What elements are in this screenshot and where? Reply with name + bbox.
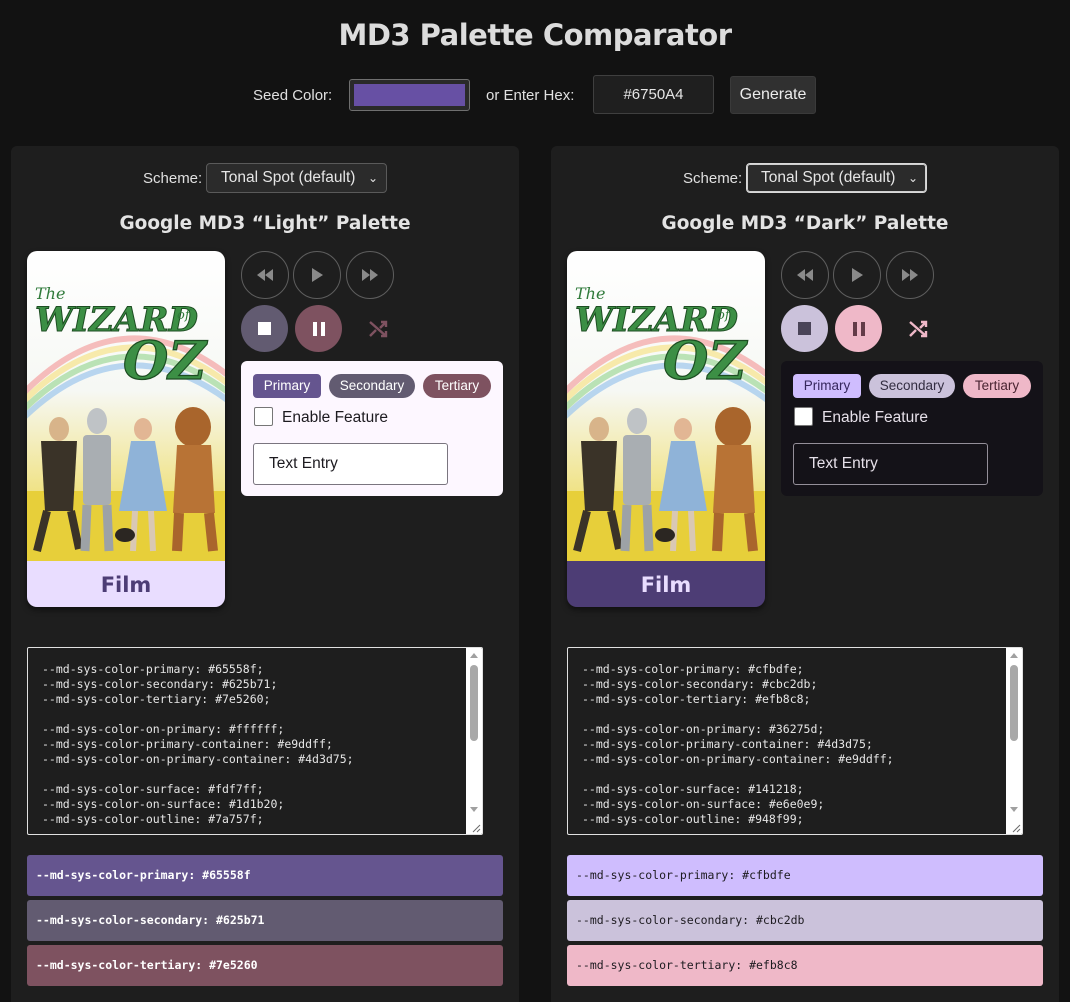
enable-feature-checkbox[interactable] [794,407,813,426]
css-code-textarea[interactable]: --md-sys-color-primary: #cfbdfe; --md-sy… [567,647,1023,835]
scroll-down-icon[interactable] [1010,807,1018,812]
play-icon [852,268,863,282]
chip-secondary[interactable]: Secondary [329,374,415,398]
swatch-tertiary: --md-sys-color-tertiary: #7e5260 [27,945,503,986]
widget-box: Primary Secondary Tertiary Enable Featur… [781,361,1043,496]
rewind-button[interactable] [241,251,289,299]
seed-color-fill [354,84,465,106]
swatch-secondary: --md-sys-color-secondary: #625b71 [27,900,503,941]
scheme-row: Scheme: Tonal Spot (default) ⌄ [551,162,1059,194]
chip-primary[interactable]: Primary [253,374,321,398]
css-code-textarea[interactable]: --md-sys-color-primary: #65558f; --md-sy… [27,647,483,835]
poster-title-of: of [717,308,732,323]
scroll-thumb[interactable] [470,665,478,741]
resize-handle-icon[interactable] [1011,823,1021,833]
palette-title: Google MD3 “Dark” Palette [661,213,949,234]
widget-box: Primary Secondary Tertiary Enable Featur… [241,361,503,496]
scheme-select[interactable]: Tonal Spot (default) ⌄ [206,163,387,193]
scheme-label: Scheme: [143,170,203,187]
css-code: --md-sys-color-primary: #cfbdfe; --md-sy… [582,662,894,826]
poster-image: The WIZARD of OZ [27,251,225,561]
scheme-label: Scheme: [683,170,743,187]
hex-input[interactable]: #6750A4 [593,75,714,114]
poster-title-oz: OZ [663,331,748,392]
palette-title: Google MD3 “Light” Palette [119,213,411,234]
film-card[interactable]: The WIZARD of OZ Film [27,251,225,607]
chip-secondary[interactable]: Secondary [869,374,955,398]
pause-button[interactable] [295,305,342,352]
chevron-down-icon: ⌄ [907,171,918,185]
stop-icon [258,322,271,335]
scroll-thumb[interactable] [1010,665,1018,741]
shuffle-icon[interactable] [906,317,930,341]
swatch-tertiary: --md-sys-color-tertiary: #efb8c8 [567,945,1043,986]
light-panel: Scheme: Tonal Spot (default) ⌄ Google MD… [11,146,519,1002]
stop-icon [798,322,811,335]
enable-feature-label: Enable Feature [822,409,928,426]
seed-controls: Seed Color: or Enter Hex: #6750A4 Genera… [0,75,1070,115]
poster-title-of: of [177,308,192,323]
dark-panel: Scheme: Tonal Spot (default) ⌄ Google MD… [551,146,1059,1002]
text-entry-field[interactable]: Text Entry [793,443,988,485]
chip-tertiary[interactable]: Tertiary [963,374,1031,398]
fast-forward-button[interactable] [346,251,394,299]
rewind-button[interactable] [781,251,829,299]
rewind-icon [797,269,813,281]
seed-color-picker[interactable] [349,79,470,111]
code-scrollbar[interactable] [1006,648,1022,834]
pause-icon [852,321,865,336]
scroll-up-icon[interactable] [470,653,478,658]
scheme-row: Scheme: Tonal Spot (default) ⌄ [11,162,519,194]
pause-button[interactable] [835,305,882,352]
stop-button[interactable] [781,305,828,352]
rewind-icon [257,269,273,281]
scroll-down-icon[interactable] [470,807,478,812]
seed-color-label: Seed Color: [253,87,333,104]
resize-handle-icon[interactable] [471,823,481,833]
code-scrollbar[interactable] [466,648,482,834]
play-button[interactable] [293,251,341,299]
chip-tertiary[interactable]: Tertiary [423,374,491,398]
chevron-down-icon: ⌄ [367,171,378,185]
scheme-select-value: Tonal Spot (default) [761,169,896,186]
hex-label: or Enter Hex: [486,87,575,104]
swatch-primary: --md-sys-color-primary: #cfbdfe [567,855,1043,896]
fast-forward-icon [362,269,378,281]
play-icon [312,268,323,282]
fast-forward-button[interactable] [886,251,934,299]
chip-primary[interactable]: Primary [793,374,861,398]
poster-image: The WIZARD of OZ [567,251,765,561]
film-card-label: Film [27,561,225,607]
swatch-secondary: --md-sys-color-secondary: #cbc2db [567,900,1043,941]
stop-button[interactable] [241,305,288,352]
enable-feature-checkbox[interactable] [254,407,273,426]
shuffle-icon[interactable] [366,317,390,341]
generate-button[interactable]: Generate [730,76,816,114]
scroll-up-icon[interactable] [1010,653,1018,658]
app-title: MD3 Palette Comparator [338,18,732,52]
scheme-select-value: Tonal Spot (default) [221,169,356,186]
css-code: --md-sys-color-primary: #65558f; --md-sy… [42,662,354,826]
swatch-primary: --md-sys-color-primary: #65558f [27,855,503,896]
film-card-label: Film [567,561,765,607]
scheme-select[interactable]: Tonal Spot (default) ⌄ [746,163,927,193]
pause-icon [312,321,325,336]
text-entry-field[interactable]: Text Entry [253,443,448,485]
film-card[interactable]: The WIZARD of OZ Film [567,251,765,607]
enable-feature-label: Enable Feature [282,409,388,426]
fast-forward-icon [902,269,918,281]
poster-title-oz: OZ [123,331,208,392]
play-button[interactable] [833,251,881,299]
